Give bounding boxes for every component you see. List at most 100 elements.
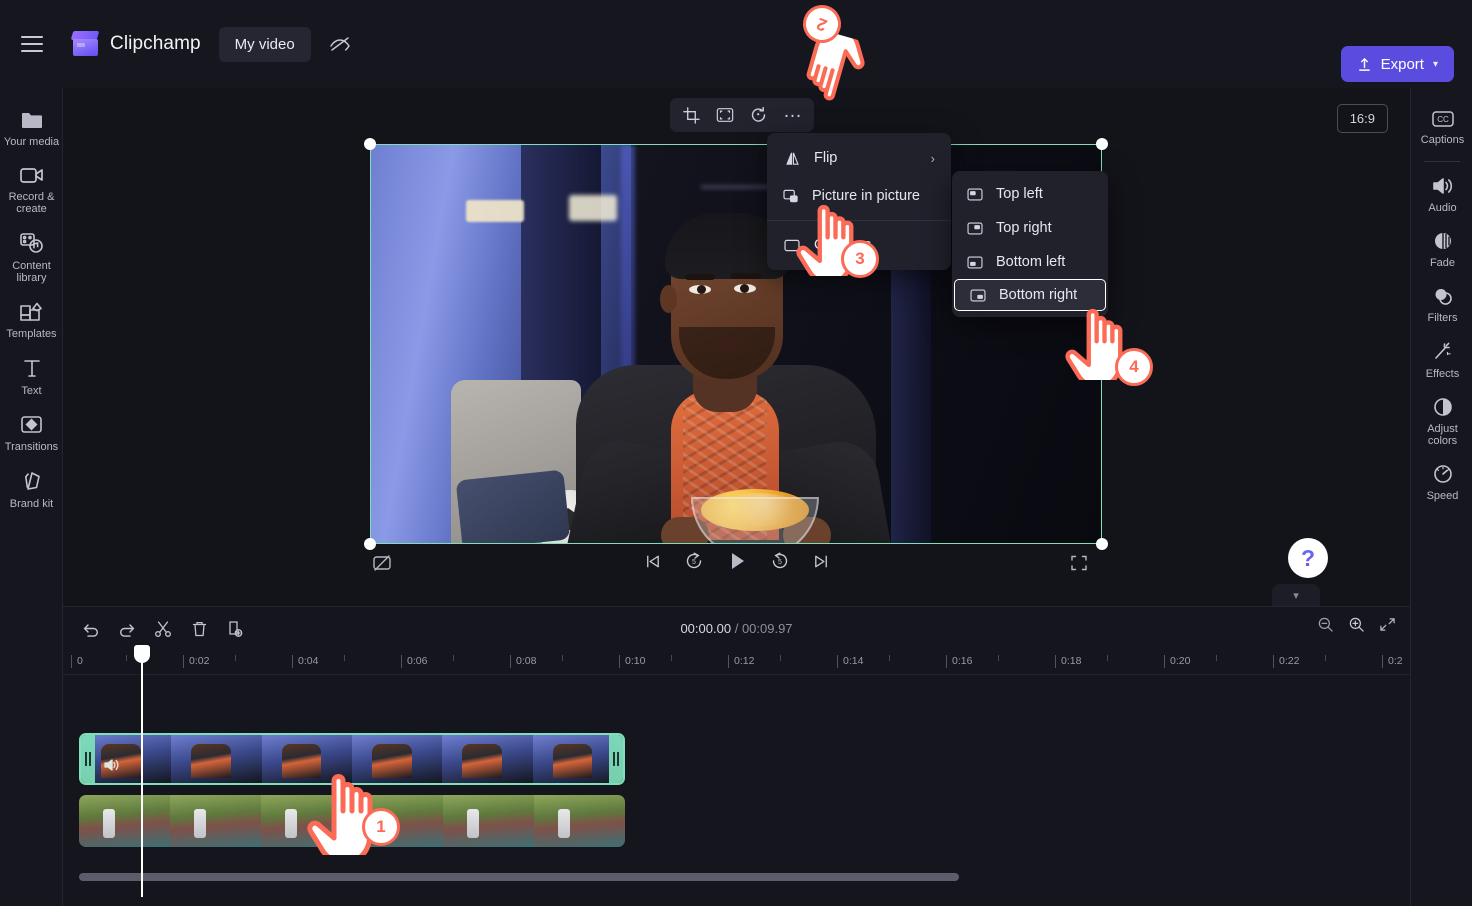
crop-button[interactable] [676,101,706,129]
fit-timeline-button[interactable] [1379,616,1396,638]
rotate-button[interactable] [744,101,774,129]
sidebar-label: Transitions [4,441,59,453]
panel-label: Audio [1428,202,1457,214]
menu-item-picture-in-picture[interactable]: Picture in picture › [767,177,971,215]
undo-button[interactable] [77,615,105,643]
ruler-tick: 0:14 [836,655,864,668]
panel-label: Adjust colors [1427,423,1458,447]
resize-handle-top-right[interactable] [1096,138,1108,150]
sidebar-item-your-media[interactable]: Your media [0,100,63,155]
panel-label: Filters [1427,312,1458,324]
skip-to-end-button[interactable] [812,552,831,571]
submenu-item-top-left[interactable]: Top left [952,177,1108,211]
sidebar-item-templates[interactable]: Templates [0,291,63,347]
rewind-5s-button[interactable]: 5 [684,551,704,571]
player-controls: 5 5 [63,550,1410,590]
timeline-panel: 00:00.00 / 00:09.97 0 0:02 0:04 0:06 0:0… [63,606,1410,906]
captions-off-icon [373,555,391,571]
help-button[interactable]: ? [1288,538,1328,578]
panel-item-captions[interactable]: CC Captions [1411,100,1472,153]
sidebar-item-text[interactable]: Text [0,347,63,404]
ruler-tick: 0 [71,655,83,668]
aspect-ratio-badge[interactable]: 16:9 [1336,104,1388,133]
fullscreen-icon [1071,555,1087,571]
split-button[interactable] [149,615,177,643]
brand-area: Clipchamp [70,31,201,57]
transitions-icon [20,416,42,433]
submenu-item-bottom-right[interactable]: Bottom right [954,279,1106,311]
table-row[interactable] [79,733,625,785]
timeline-horizontal-scrollbar[interactable] [79,873,959,881]
resize-handle-top-left[interactable] [364,138,376,150]
submenu-item-top-right[interactable]: Top right [952,211,1108,245]
table-row[interactable] [79,795,625,847]
panel-label: Captions [1420,134,1465,146]
timeline-playhead[interactable] [134,645,150,897]
trash-icon [192,621,206,637]
delete-button[interactable] [185,615,213,643]
zoom-out-button[interactable] [1317,616,1334,638]
clip-thumbnails [81,735,623,783]
resize-handle-bottom-left[interactable] [364,538,376,550]
zoom-in-button[interactable] [1348,616,1365,638]
fit-button[interactable] [710,101,740,129]
menu-item-flip[interactable]: Flip › [767,139,951,177]
redo-button[interactable] [113,615,141,643]
skip-end-icon [814,555,827,567]
play-icon [731,553,744,569]
panel-item-filters[interactable]: Filters [1411,276,1472,331]
panel-item-fade[interactable]: Fade [1411,221,1472,276]
picture-in-picture-icon [783,187,799,205]
crop-icon [682,106,700,124]
captions-icon [783,236,801,254]
eye-off-icon[interactable] [323,29,357,59]
sidebar-item-record-create[interactable]: Record & create [0,155,63,222]
panel-item-audio[interactable]: Audio [1411,166,1472,221]
resize-handle-bottom-right[interactable] [1096,538,1108,550]
fullscreen-button[interactable] [1070,554,1088,577]
submenu-item-label: Bottom left [996,254,1066,270]
timeline-collapse-button[interactable]: ▾ [1272,584,1320,606]
submenu-item-label: Top left [996,186,1043,202]
more-options-button[interactable]: … [778,101,808,129]
pip-bottom-left-icon [966,253,984,271]
chevron-right-icon: › [930,150,935,166]
contrast-icon [1433,398,1452,416]
selection-toolbar: … [670,98,814,132]
submenu-item-bottom-left[interactable]: Bottom left [952,245,1108,279]
export-button[interactable]: Export ▾ [1340,46,1454,82]
panel-item-speed[interactable]: Speed [1411,454,1472,509]
undo-icon [83,623,98,637]
sidebar-label: Templates [6,328,57,340]
ruler-minor-tick [1325,655,1326,661]
panel-item-effects[interactable]: Effects [1411,331,1472,387]
hamburger-menu-icon[interactable] [10,22,54,66]
ruler-tick: 0:22 [1272,655,1300,668]
clip-trim-handle-right[interactable] [609,735,623,783]
cc-icon: CC [1431,111,1454,127]
ruler-tick: 0:2 [1382,655,1403,668]
forward-5s-button[interactable]: 5 [770,551,790,571]
upload-icon [1358,57,1370,71]
ruler-minor-tick [1216,655,1217,661]
panel-item-adjust-colors[interactable]: Adjust colors [1411,387,1472,454]
timeline-ruler[interactable]: 0 0:02 0:04 0:06 0:08 0:10 0:12 0:14 0:1… [63,651,1410,675]
skip-to-start-button[interactable] [643,552,662,571]
zoom-controls [1317,616,1396,638]
play-button[interactable] [726,550,748,572]
divider [1423,161,1460,162]
ruler-tick: 0:20 [1163,655,1191,668]
step-4-badge: 4 [1115,348,1153,386]
project-name-field[interactable]: My video [218,26,311,62]
sidebar-item-content-library[interactable]: Content library [0,222,63,291]
pip-top-right-icon [966,219,984,237]
clip-audio-icon[interactable] [101,755,123,775]
sidebar-item-transitions[interactable]: Transitions [0,404,63,460]
playback-buttons: 5 5 [643,550,831,572]
clip-trim-handle-left[interactable] [81,735,95,783]
sidebar-label: Your media [3,136,60,148]
fit-icon [716,108,734,122]
sidebar-item-brand-kit[interactable]: Brand kit [0,460,63,517]
duplicate-button[interactable] [221,615,249,643]
captions-toggle-button[interactable] [372,554,392,577]
